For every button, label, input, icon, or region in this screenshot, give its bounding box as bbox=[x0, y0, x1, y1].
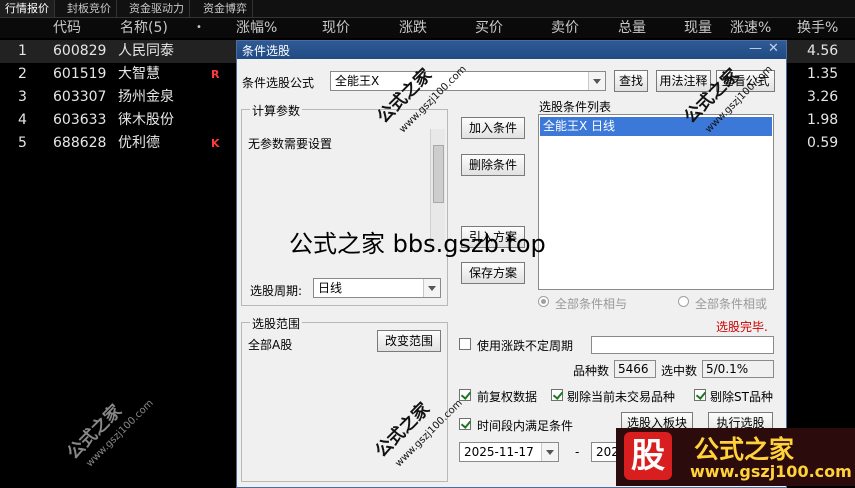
chevron-down-icon[interactable] bbox=[588, 72, 605, 90]
time-range-label: 时间段内满足条件 bbox=[477, 419, 574, 433]
row-turnover: 0.59 bbox=[807, 135, 839, 151]
logo-text: 公式之家 bbox=[694, 435, 795, 464]
scope-value: 全部A股 bbox=[248, 338, 293, 352]
col-current-vol[interactable]: 现量 bbox=[684, 18, 712, 38]
use-period-label: 使用涨跌不定周期 bbox=[477, 339, 574, 353]
params-group: 计算参数 无参数需要设置 选股周期: 日线 bbox=[241, 102, 448, 306]
col-name[interactable]: 名称(5) bbox=[120, 18, 168, 38]
use-period-checkbox[interactable] bbox=[459, 338, 471, 350]
row-turnover: 4.56 bbox=[807, 43, 839, 59]
exclude-st-checkbox[interactable] bbox=[694, 389, 706, 401]
period-combo[interactable]: 日线 bbox=[313, 278, 441, 298]
row-code: 600829 bbox=[53, 43, 107, 59]
col-change[interactable]: 涨跌 bbox=[399, 18, 427, 38]
conditions-list[interactable]: 全能王X 日线 bbox=[538, 114, 774, 290]
watermark-overlay: 公式之家 bbs.gszb.top bbox=[289, 230, 546, 258]
col-change-pct[interactable]: 涨幅% bbox=[236, 18, 277, 38]
date-separator: - bbox=[575, 445, 580, 459]
row-index: 2 bbox=[18, 66, 27, 82]
dialog-title: 条件选股 bbox=[242, 44, 291, 58]
row-index: 3 bbox=[18, 89, 27, 105]
logo: 股 公式之家 www.gszj100.com bbox=[616, 428, 855, 486]
row-name: 扬州金泉 bbox=[118, 89, 174, 105]
tab-quotes[interactable]: 行情报价 bbox=[0, 0, 55, 17]
count-field: 5466 bbox=[614, 360, 656, 378]
period-value: 日线 bbox=[318, 281, 343, 295]
row-flag: R bbox=[211, 68, 220, 81]
add-condition-button[interactable]: 加入条件 bbox=[461, 117, 525, 139]
exclude-untraded-checkbox[interactable] bbox=[551, 389, 563, 401]
formula-combo[interactable]: 全能王X bbox=[330, 71, 606, 91]
tab-fund-driver[interactable]: 资金驱动力 bbox=[124, 0, 190, 17]
tab-bar: 行情报价 封板竞价 资金驱动力 资金博弈 bbox=[0, 0, 855, 18]
row-index: 1 bbox=[18, 43, 27, 59]
params-text: 无参数需要设置 bbox=[248, 137, 333, 151]
row-code: 601519 bbox=[53, 66, 107, 82]
dialog-titlebar[interactable]: 条件选股 — ✕ bbox=[237, 41, 786, 59]
col-dot: • bbox=[196, 22, 202, 33]
col-ask[interactable]: 卖价 bbox=[551, 18, 579, 38]
col-bid[interactable]: 买价 bbox=[475, 18, 503, 38]
period-input[interactable] bbox=[591, 336, 774, 354]
col-volume[interactable]: 总量 bbox=[618, 18, 646, 38]
chevron-down-icon[interactable] bbox=[541, 443, 558, 461]
row-code: 688628 bbox=[53, 135, 107, 151]
logo-badge: 股 bbox=[624, 432, 672, 480]
params-group-title: 计算参数 bbox=[250, 102, 303, 119]
row-name: 优利德 bbox=[118, 135, 160, 151]
radio-or-label: 全部条件相或 bbox=[695, 297, 768, 311]
find-button[interactable]: 查找 bbox=[614, 70, 648, 92]
row-code: 603633 bbox=[53, 112, 107, 128]
radio-or[interactable] bbox=[678, 296, 689, 307]
scrollbar-thumb[interactable] bbox=[433, 145, 444, 203]
delete-condition-button[interactable]: 删除条件 bbox=[461, 154, 525, 176]
conditions-label: 选股条件列表 bbox=[539, 100, 612, 114]
selected-field: 5/0.1% bbox=[702, 360, 774, 378]
tab-fund-game[interactable]: 资金博弈 bbox=[198, 0, 253, 17]
radio-and[interactable] bbox=[538, 296, 549, 307]
date-from-combo[interactable]: 2025-11-17 bbox=[459, 442, 559, 462]
period-label: 选股周期: bbox=[250, 284, 303, 298]
row-index: 4 bbox=[18, 112, 27, 128]
chevron-down-icon[interactable] bbox=[423, 279, 440, 297]
change-scope-button[interactable]: 改变范围 bbox=[377, 330, 441, 352]
col-speed[interactable]: 涨速% bbox=[730, 18, 771, 38]
formula-value: 全能王X bbox=[335, 74, 380, 88]
quote-table-header: 代码 名称(5) • 涨幅% 现价 涨跌 买价 卖价 总量 现量 涨速% 换手% bbox=[0, 18, 855, 38]
time-range-checkbox[interactable] bbox=[459, 418, 471, 430]
row-turnover: 3.26 bbox=[807, 89, 839, 105]
row-name: 大智慧 bbox=[118, 66, 160, 82]
status-text: 选股完毕. bbox=[716, 320, 768, 334]
col-price[interactable]: 现价 bbox=[322, 18, 350, 38]
col-code[interactable]: 代码 bbox=[53, 18, 81, 38]
exclude-untraded-label: 剔除当前未交易品种 bbox=[567, 390, 676, 404]
exclude-st-label: 剔除ST品种 bbox=[710, 390, 773, 404]
logo-site: www.gszj100.com bbox=[690, 462, 852, 481]
row-name: 徕木股份 bbox=[118, 112, 174, 128]
selected-label: 选中数 bbox=[661, 364, 698, 378]
col-turnover[interactable]: 换手% bbox=[797, 18, 838, 38]
row-turnover: 1.35 bbox=[807, 66, 839, 82]
list-item[interactable]: 全能王X 日线 bbox=[540, 117, 772, 136]
row-flag: K bbox=[211, 137, 220, 150]
save-scheme-button[interactable]: 保存方案 bbox=[461, 262, 525, 284]
adj-label: 前复权数据 bbox=[477, 390, 538, 404]
radio-and-label: 全部条件相与 bbox=[555, 297, 628, 311]
row-index: 5 bbox=[18, 135, 27, 151]
scope-group-title: 选股范围 bbox=[250, 315, 303, 332]
close-icon[interactable]: ✕ bbox=[768, 41, 779, 56]
date-from-value: 2025-11-17 bbox=[464, 445, 534, 459]
row-turnover: 1.98 bbox=[807, 112, 839, 128]
tab-limit-auction[interactable]: 封板竞价 bbox=[62, 0, 117, 17]
row-name: 人民同泰 bbox=[118, 43, 174, 59]
formula-label: 条件选股公式 bbox=[242, 76, 315, 90]
minimize-icon[interactable]: — bbox=[749, 41, 762, 56]
row-code: 603307 bbox=[53, 89, 107, 105]
count-label: 品种数 bbox=[573, 364, 610, 378]
adj-checkbox[interactable] bbox=[459, 389, 471, 401]
